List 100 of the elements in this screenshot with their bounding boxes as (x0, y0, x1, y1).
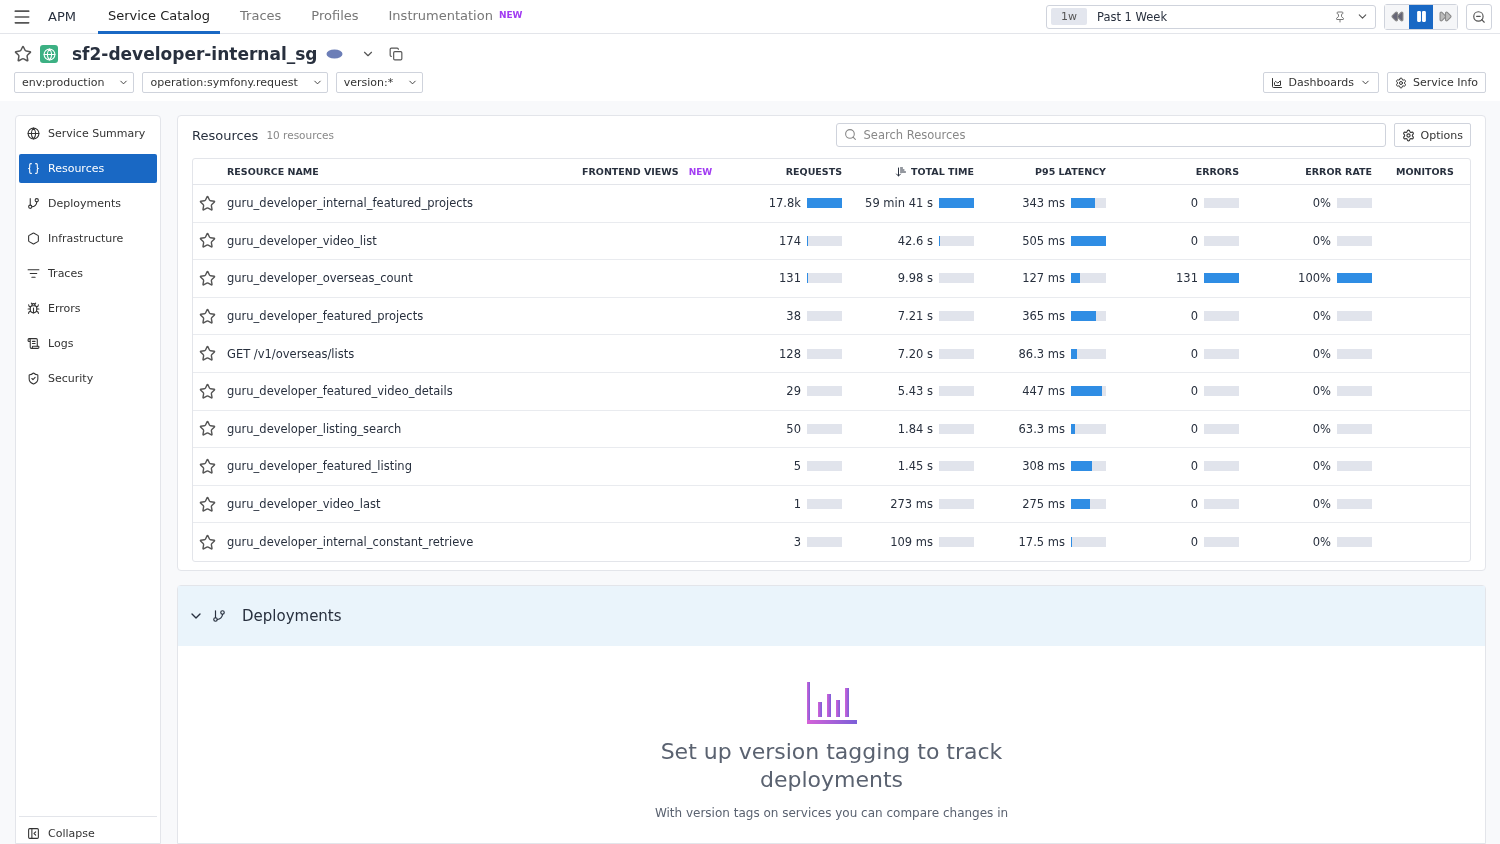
metric-value: 59 min 41 s (865, 196, 933, 211)
metric-value: 0% (1312, 497, 1331, 512)
metric-value: 50 (786, 421, 801, 436)
star-button[interactable] (199, 307, 216, 325)
star-button[interactable] (199, 194, 216, 212)
pause-button[interactable] (1409, 4, 1433, 29)
star-button[interactable] (199, 270, 216, 287)
filter-dropdown[interactable]: version:* (335, 72, 424, 93)
metric-value: 7.20 s (897, 346, 933, 361)
star-button[interactable] (199, 533, 216, 551)
sidebar-item[interactable]: Resources (19, 154, 157, 183)
sidebar-label: Errors (48, 302, 81, 315)
resource-name[interactable]: guru_developer_video_list (227, 233, 582, 248)
area-chart-icon (1270, 76, 1283, 89)
filter-dropdown[interactable]: env:production (14, 72, 135, 93)
metric-value: 273 ms (890, 497, 933, 512)
nav-tab[interactable]: Instrumentation NEW (378, 0, 533, 34)
sidebar-item[interactable]: Errors (19, 294, 157, 323)
sort-icon[interactable] (895, 165, 907, 178)
options-button[interactable]: Options (1393, 123, 1471, 147)
metric-bar (1337, 235, 1372, 246)
resource-name[interactable]: guru_developer_featured_video_details (227, 384, 582, 399)
metric-value: 3 (793, 535, 801, 550)
filter-label: version:* (343, 76, 394, 89)
new-label: NEW (498, 9, 523, 21)
sidebar-item[interactable]: Service Summary (19, 119, 157, 148)
metric-value: 0% (1312, 384, 1331, 399)
metric-value: 0 (1190, 233, 1198, 248)
metric-value: 5.43 s (897, 384, 933, 399)
resource-name[interactable]: guru_developer_internal_constant_retrieve (227, 535, 582, 550)
fast-forward-button[interactable] (1433, 4, 1457, 29)
column-header[interactable]: TOTAL TIME (911, 165, 974, 178)
star-icon[interactable] (14, 45, 32, 63)
sidebar-item[interactable]: Security (19, 364, 157, 393)
metric-bar (807, 348, 842, 359)
metric-bar (1071, 198, 1106, 209)
star-button[interactable] (199, 382, 216, 400)
filter-label: operation:symfony.request (150, 76, 298, 89)
time-range-picker[interactable]: 1w Past 1 Week (1046, 4, 1376, 29)
metric-value: 38 (786, 309, 801, 324)
zoom-out-button[interactable] (1466, 3, 1492, 30)
braces-icon (27, 162, 40, 175)
hexagon-icon (27, 232, 40, 245)
metric-value: 1 (793, 497, 801, 512)
dashboards-button[interactable]: Dashboards (1262, 72, 1380, 93)
zoom-out-icon (1472, 9, 1486, 24)
sidebar-label: Service Summary (48, 127, 146, 140)
tab-label: Traces (240, 7, 282, 23)
star-button[interactable] (199, 495, 216, 513)
column-header[interactable]: ERROR RATE (1305, 165, 1372, 178)
column-header[interactable]: FRONTEND VIEWS (582, 165, 679, 178)
metric-value: 9.98 s (897, 271, 933, 286)
metric-value: 365 ms (1022, 309, 1065, 324)
pin-icon[interactable] (1334, 10, 1346, 23)
new-label: NEW (688, 165, 713, 178)
star-button[interactable] (199, 420, 216, 438)
column-header[interactable]: MONITORS (1396, 165, 1454, 178)
sidebar-item[interactable]: Traces (19, 259, 157, 288)
metric-bar (1204, 537, 1239, 548)
rewind-icon (1390, 10, 1404, 23)
star-button[interactable] (199, 457, 216, 475)
metric-value: 42.6 s (897, 233, 933, 248)
column-header[interactable]: RESOURCE NAME (227, 165, 319, 178)
rewind-button[interactable] (1385, 4, 1409, 29)
sidebar-item[interactable]: Logs (19, 329, 157, 358)
metric-value: 7.21 s (897, 309, 933, 324)
resource-name[interactable]: guru_developer_featured_projects (227, 309, 582, 324)
star-button[interactable] (199, 232, 216, 250)
resource-name[interactable]: guru_developer_featured_listing (227, 459, 582, 474)
resource-name[interactable]: guru_developer_listing_search (227, 421, 582, 436)
search-field[interactable]: Search Resources (835, 123, 1386, 147)
sidebar-item[interactable]: Deployments (19, 189, 157, 218)
nav-tab[interactable]: Service Catalog (97, 0, 221, 34)
bug-icon (27, 302, 40, 315)
scroll-icon (27, 337, 40, 350)
metric-value: 0% (1312, 535, 1331, 550)
star-button[interactable] (199, 345, 216, 363)
sidebar-item[interactable]: Infrastructure (19, 224, 157, 253)
resource-name[interactable]: guru_developer_video_last (227, 497, 582, 512)
copy-icon[interactable] (388, 47, 403, 61)
service-info-button[interactable]: Service Info (1387, 72, 1486, 93)
filter-dropdown[interactable]: operation:symfony.request (142, 72, 328, 93)
button-label: Options (1420, 128, 1463, 142)
metric-value: 0 (1190, 421, 1198, 436)
resource-name[interactable]: guru_developer_overseas_count (227, 271, 582, 286)
metric-bar (1337, 537, 1372, 548)
bar-chart-icon (806, 681, 857, 724)
resource-name[interactable]: guru_developer_internal_featured_projects (227, 196, 582, 211)
column-header[interactable]: REQUESTS (785, 165, 842, 178)
column-header[interactable]: P95 LATENCY (1035, 165, 1106, 178)
metric-bar (939, 423, 974, 434)
resource-name[interactable]: GET /v1/overseas/lists (227, 346, 582, 361)
column-header[interactable]: ERRORS (1195, 165, 1239, 178)
metric-bar (807, 499, 842, 510)
metric-bar (807, 198, 842, 209)
metric-bar (1071, 235, 1106, 246)
collapse-button[interactable]: Collapse (19, 816, 157, 840)
nav-tab[interactable]: Traces (230, 0, 292, 34)
nav-tab[interactable]: Profiles (301, 0, 369, 34)
metric-value: 0 (1190, 497, 1198, 512)
